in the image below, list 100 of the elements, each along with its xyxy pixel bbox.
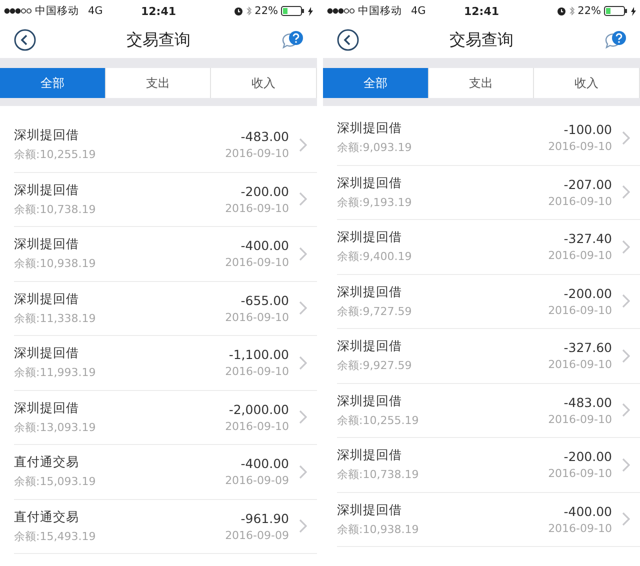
date-text: 2016-09-10 (548, 412, 612, 426)
screen-title: 交易查询 (126, 30, 190, 50)
chevron-right-icon (299, 138, 307, 152)
filter-tab[interactable]: 全部 (323, 68, 429, 98)
transaction-name: 深圳提回借 (337, 502, 403, 519)
battery-percent: 22% (254, 5, 278, 17)
balance-text: 余额:10,938.19 (14, 256, 97, 272)
date-text: 2016-09-10 (548, 140, 612, 154)
transaction-name: 深圳提回借 (14, 182, 80, 199)
balance-text: 余额:13,093.19 (14, 420, 97, 435)
transaction-name: 深圳提回借 (14, 290, 80, 308)
back-icon[interactable] (337, 29, 359, 51)
help-icon[interactable] (281, 30, 305, 50)
transaction-row[interactable]: 深圳提回借 余额:10,738.19 -200.00 2016-09-10 (337, 438, 640, 492)
amount-text: -100.00 (564, 122, 612, 138)
balance-text: 余额:10,738.19 (337, 467, 420, 482)
battery-icon (281, 6, 306, 16)
balance-text: 余额:10,255.19 (337, 412, 420, 428)
amount-text: -2,000.00 (228, 402, 289, 417)
amount-text: -200.00 (564, 286, 612, 301)
transaction-row[interactable]: 深圳提回借 余额:9,193.19 -207.00 2016-09-10 (337, 166, 640, 219)
transaction-row[interactable]: 深圳提回借 余额:10,255.19 -483.00 2016-09-10 (337, 384, 640, 437)
filter-tab[interactable]: 全部 (0, 68, 106, 98)
transaction-row[interactable]: 深圳提回借 余额:10,738.19 -200.00 2016-09-10 (14, 172, 317, 226)
date-text: 2016-09-10 (548, 358, 612, 372)
transaction-row[interactable]: 直付通交易 余额:15,493.19 -961.90 2016-09-09 (14, 500, 317, 553)
bluetooth-icon (568, 6, 575, 16)
chevron-right-icon (622, 512, 630, 526)
amount-text: -200.00 (240, 184, 289, 199)
alarm-icon (234, 6, 243, 16)
balance-text: 余额:15,493.19 (14, 528, 97, 544)
time-text: 12:41 (464, 4, 500, 18)
date-text: 2016-09-10 (225, 202, 289, 215)
balance-text: 余额:15,093.19 (14, 474, 97, 490)
amount-text: -483.00 (240, 129, 289, 144)
date-text: 2016-09-10 (548, 522, 612, 535)
transaction-name: 深圳提回借 (337, 392, 403, 410)
amount-text: -207.00 (564, 176, 612, 192)
balance-text: 余额:9,093.19 (337, 140, 413, 156)
transaction-name: 直付通交易 (14, 454, 80, 472)
help-icon[interactable] (604, 30, 628, 50)
transaction-name: 深圳提回借 (14, 400, 80, 417)
network-text: 4G (88, 5, 103, 17)
chevron-right-icon (622, 294, 630, 308)
balance-text: 余额:10,938.19 (337, 522, 420, 537)
charging-icon (631, 6, 636, 16)
chevron-right-icon (622, 348, 630, 363)
transaction-row[interactable]: 深圳提回借 余额:10,938.19 -400.00 2016-09-10 (337, 492, 640, 546)
transaction-name: 深圳提回借 (337, 284, 403, 301)
network-text: 4G (411, 5, 426, 17)
transaction-name: 深圳提回借 (14, 236, 80, 254)
transaction-name: 深圳提回借 (337, 447, 403, 464)
chevron-right-icon (299, 464, 307, 479)
transaction-name: 深圳提回借 (337, 174, 403, 192)
transaction-row[interactable]: 直付通交易 余额:15,093.19 -400.00 2016-09-09 (14, 445, 317, 498)
charging-icon (308, 6, 314, 16)
transaction-name: 深圳提回借 (14, 345, 80, 362)
amount-text: -327.60 (564, 340, 612, 356)
date-text: 2016-09-09 (225, 474, 289, 488)
date-text: 2016-09-10 (548, 194, 612, 208)
chevron-right-icon (622, 185, 630, 200)
transaction-name: 深圳提回借 (14, 127, 80, 144)
balance-text: 余额:11,993.19 (14, 365, 97, 380)
transaction-row[interactable]: 深圳提回借 余额:11,338.19 -655.00 2016-09-10 (14, 282, 317, 335)
chevron-right-icon (622, 130, 630, 145)
date-text: 2016-09-10 (225, 256, 289, 270)
transaction-row[interactable]: 深圳提回借 余额:13,093.19 -2,000.00 2016-09-10 (14, 390, 317, 444)
transaction-row[interactable]: 深圳提回借 余额:9,727.59 -200.00 2016-09-10 (337, 274, 640, 328)
date-text: 2016-09-09 (225, 528, 289, 542)
date-text: 2016-09-10 (548, 249, 612, 262)
transaction-name: 直付通交易 (14, 508, 80, 526)
back-icon[interactable] (14, 29, 36, 51)
date-text: 2016-09-10 (225, 310, 289, 324)
signal-icon (327, 8, 355, 14)
transaction-row[interactable]: 深圳提回借 余额:9,400.19 -327.40 2016-09-10 (337, 220, 640, 274)
transaction-row[interactable]: 深圳提回借 余额:9,093.19 -100.00 2016-09-10 (337, 111, 640, 164)
transaction-row[interactable]: 深圳提回借 余额:11,993.19 -1,100.00 2016-09-10 (14, 336, 317, 390)
chevron-right-icon (299, 301, 307, 316)
carrier-text: 中国移动 (35, 4, 79, 18)
chevron-right-icon (622, 458, 630, 472)
bluetooth-icon (246, 6, 252, 16)
balance-text: 余额:9,193.19 (337, 194, 413, 210)
chevron-right-icon (299, 410, 307, 424)
chevron-right-icon (299, 246, 307, 261)
screen-title: 交易查询 (450, 30, 514, 50)
date-text: 2016-09-10 (548, 304, 612, 317)
battery-icon (604, 6, 628, 16)
transaction-row[interactable]: 深圳提回借 余额:9,927.59 -327.60 2016-09-10 (337, 329, 640, 382)
amount-text: -400.00 (564, 504, 612, 519)
balance-text: 余额:10,255.19 (14, 147, 97, 162)
chevron-right-icon (622, 403, 630, 418)
date-text: 2016-09-10 (225, 420, 289, 433)
amount-text: -400.00 (240, 238, 289, 254)
transaction-name: 深圳提回借 (337, 338, 403, 356)
transaction-row[interactable]: 深圳提回借 余额:10,255.19 -483.00 2016-09-10 (14, 118, 317, 172)
amount-text: -327.40 (564, 231, 612, 246)
amount-text: -200.00 (564, 449, 612, 464)
amount-text: -483.00 (564, 394, 612, 410)
transaction-row[interactable]: 深圳提回借 余额:10,938.19 -400.00 2016-09-10 (14, 227, 317, 280)
battery-percent: 22% (578, 5, 602, 17)
